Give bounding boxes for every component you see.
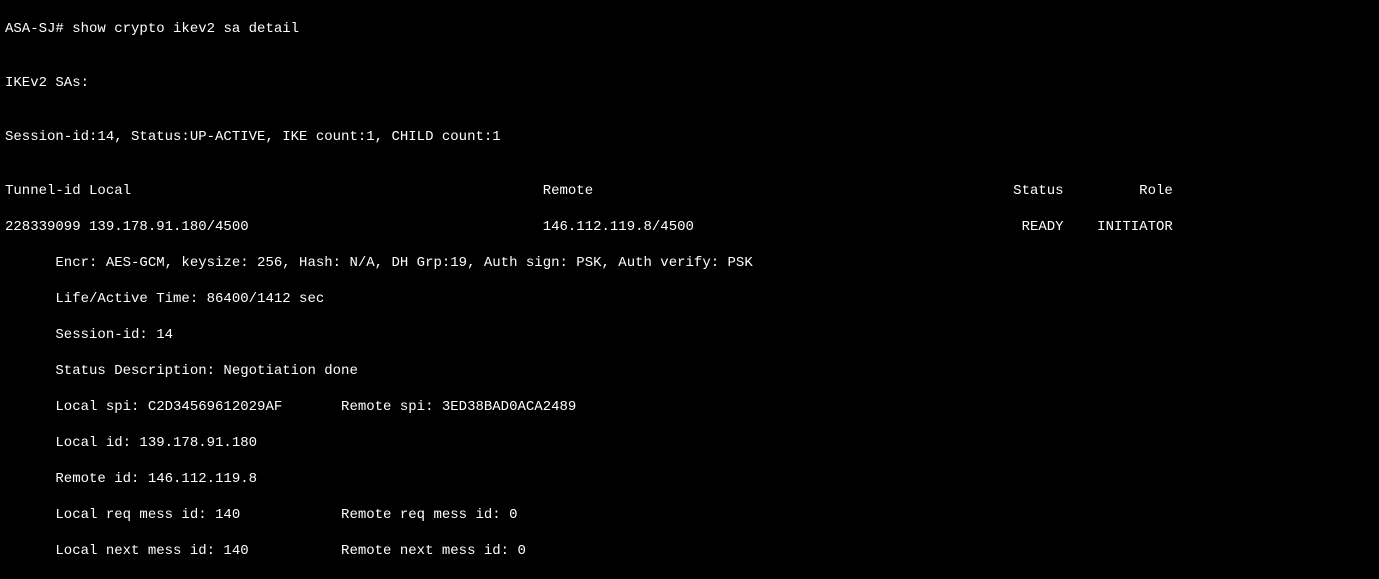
life-line: Life/Active Time: 86400/1412 sec bbox=[5, 290, 1374, 308]
spi-line: Local spi: C2D34569612029AF Remote spi: … bbox=[5, 398, 1374, 416]
req-mess-line: Local req mess id: 140 Remote req mess i… bbox=[5, 506, 1374, 524]
terminal-output[interactable]: ASA-SJ# show crypto ikev2 sa detail IKEv… bbox=[0, 0, 1379, 579]
typed-command: show crypto ikev2 sa detail bbox=[72, 21, 299, 37]
session-id-line: Session-id: 14 bbox=[5, 326, 1374, 344]
session-summary: Session-id:14, Status:UP-ACTIVE, IKE cou… bbox=[5, 128, 1374, 146]
prompt-line: ASA-SJ# show crypto ikev2 sa detail bbox=[5, 20, 1374, 38]
shell-prompt: ASA-SJ# bbox=[5, 21, 72, 37]
remote-id-line: Remote id: 146.112.119.8 bbox=[5, 470, 1374, 488]
column-headers: Tunnel-id Local Remote Status Role bbox=[5, 182, 1374, 200]
sa-header: IKEv2 SAs: bbox=[5, 74, 1374, 92]
next-mess-line: Local next mess id: 140 Remote next mess… bbox=[5, 542, 1374, 560]
local-id-line: Local id: 139.178.91.180 bbox=[5, 434, 1374, 452]
encr-line: Encr: AES-GCM, keysize: 256, Hash: N/A, … bbox=[5, 254, 1374, 272]
tunnel-row: 228339099 139.178.91.180/4500 146.112.11… bbox=[5, 218, 1374, 236]
status-desc-line: Status Description: Negotiation done bbox=[5, 362, 1374, 380]
